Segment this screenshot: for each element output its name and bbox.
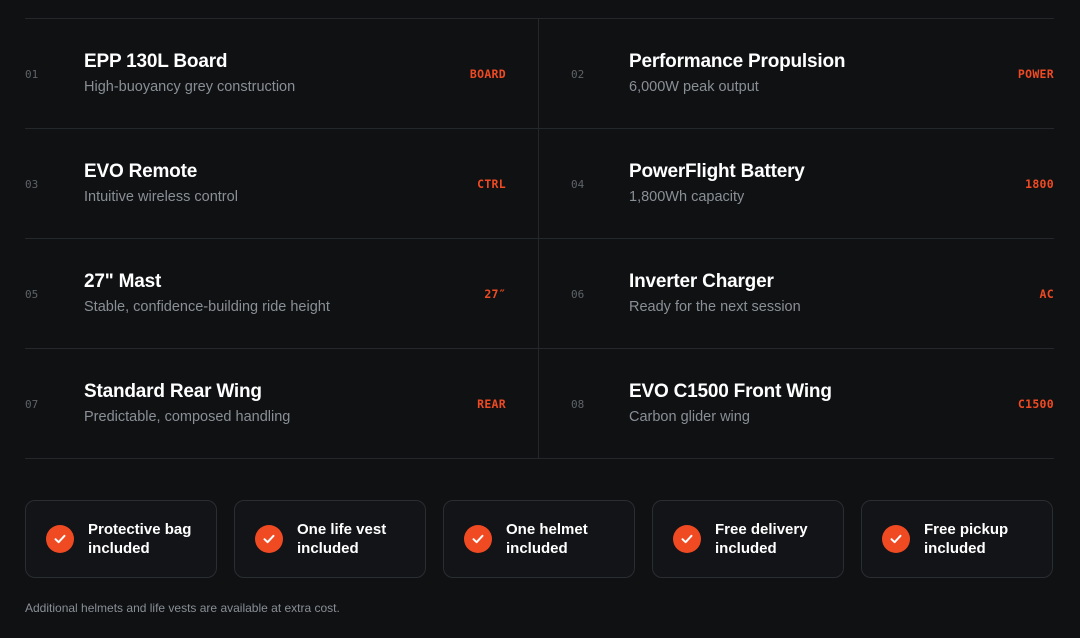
spec-text: Inverter Charger Ready for the next sess… bbox=[629, 271, 801, 316]
spec-tag: BOARD bbox=[469, 67, 506, 81]
spec-subtitle: Predictable, composed handling bbox=[84, 409, 291, 425]
spec-title: 27" Mast bbox=[84, 271, 162, 292]
feature-label: One life vest included bbox=[297, 520, 417, 558]
feature-label-line2: included bbox=[924, 540, 986, 557]
spec-subtitle: High-buoyancy grey construction bbox=[84, 79, 296, 95]
spec-number: 02 bbox=[571, 68, 585, 81]
feature-label: Protective bag included bbox=[88, 520, 208, 558]
check-circle-icon bbox=[673, 525, 701, 553]
spec-title: EPP 130L Board bbox=[84, 51, 228, 72]
spec-tag: POWER bbox=[1017, 67, 1054, 81]
feature-card-life-vest: One life vest included bbox=[234, 500, 426, 578]
spec-subtitle: Ready for the next session bbox=[629, 299, 801, 315]
spec-row: 08 EVO C1500 Front Wing Carbon glider wi… bbox=[539, 349, 1054, 459]
feature-label-line1: Free delivery bbox=[715, 521, 808, 538]
feature-label: Free pickup included bbox=[924, 520, 1044, 558]
spec-row: 04 PowerFlight Battery 1,800Wh capacity … bbox=[539, 129, 1054, 239]
spec-tag: CTRL bbox=[477, 177, 506, 191]
feature-card-helmet: One helmet included bbox=[443, 500, 635, 578]
check-circle-icon bbox=[46, 525, 74, 553]
spec-text: EPP 130L Board High-buoyancy grey constr… bbox=[84, 51, 295, 96]
spec-row: 02 Performance Propulsion 6,000W peak ou… bbox=[539, 19, 1054, 129]
spec-number: 03 bbox=[25, 178, 39, 191]
feature-label-line2: included bbox=[715, 540, 777, 557]
spec-text: EVO C1500 Front Wing Carbon glider wing bbox=[629, 381, 832, 426]
check-circle-icon bbox=[882, 525, 910, 553]
spec-subtitle: 6,000W peak output bbox=[629, 79, 759, 95]
spec-number: 07 bbox=[25, 398, 39, 411]
spec-title: Inverter Charger bbox=[629, 271, 774, 292]
spec-title: EVO C1500 Front Wing bbox=[629, 381, 832, 402]
spec-text: PowerFlight Battery 1,800Wh capacity bbox=[629, 161, 805, 206]
spec-number: 06 bbox=[571, 288, 585, 301]
spec-subtitle: Intuitive wireless control bbox=[84, 189, 238, 205]
feature-label-line1: Protective bag bbox=[88, 521, 192, 538]
spec-title: PowerFlight Battery bbox=[629, 161, 805, 182]
feature-card-free-delivery: Free delivery included bbox=[652, 500, 844, 578]
spec-number: 01 bbox=[25, 68, 39, 81]
check-circle-icon bbox=[464, 525, 492, 553]
spec-subtitle: 1,800Wh capacity bbox=[629, 189, 745, 205]
spec-title: Standard Rear Wing bbox=[84, 381, 262, 402]
spec-grid: 01 EPP 130L Board High-buoyancy grey con… bbox=[25, 18, 1054, 459]
spec-text: EVO Remote Intuitive wireless control bbox=[84, 161, 238, 206]
included-features: Protective bag included One life vest in… bbox=[25, 500, 1055, 580]
spec-row: 07 Standard Rear Wing Predictable, compo… bbox=[25, 349, 539, 459]
check-circle-icon bbox=[255, 525, 283, 553]
feature-label-line2: included bbox=[88, 540, 150, 557]
spec-text: Standard Rear Wing Predictable, composed… bbox=[84, 381, 290, 426]
spec-tag: AC bbox=[1039, 287, 1054, 301]
spec-number: 05 bbox=[25, 288, 39, 301]
spec-tag: 27″ bbox=[484, 287, 506, 301]
spec-subtitle: Carbon glider wing bbox=[629, 409, 750, 425]
spec-tag: C1500 bbox=[1017, 397, 1054, 411]
spec-title: Performance Propulsion bbox=[629, 51, 846, 72]
spec-number: 08 bbox=[571, 398, 585, 411]
feature-label: Free delivery included bbox=[715, 520, 835, 558]
feature-label-line2: included bbox=[297, 540, 359, 557]
feature-label-line2: included bbox=[506, 540, 568, 557]
feature-label: One helmet included bbox=[506, 520, 626, 558]
spec-number: 04 bbox=[571, 178, 585, 191]
feature-card-protective-bag: Protective bag included bbox=[25, 500, 217, 578]
spec-row: 06 Inverter Charger Ready for the next s… bbox=[539, 239, 1054, 349]
spec-tag: 1800 bbox=[1025, 177, 1054, 191]
spec-subtitle: Stable, confidence-building ride height bbox=[84, 299, 330, 315]
spec-title: EVO Remote bbox=[84, 161, 198, 182]
spec-row: 05 27" Mast Stable, confidence-building … bbox=[25, 239, 539, 349]
feature-label-line1: Free pickup bbox=[924, 521, 1009, 538]
spec-text: Performance Propulsion 6,000W peak outpu… bbox=[629, 51, 845, 96]
spec-text: 27" Mast Stable, confidence-building rid… bbox=[84, 271, 330, 316]
footnote: Additional helmets and life vests are av… bbox=[25, 601, 340, 615]
spec-tag: REAR bbox=[477, 397, 506, 411]
feature-label-line1: One life vest bbox=[297, 521, 387, 538]
page: 01 EPP 130L Board High-buoyancy grey con… bbox=[0, 0, 1080, 638]
feature-label-line1: One helmet bbox=[506, 521, 588, 538]
feature-card-free-pickup: Free pickup included bbox=[861, 500, 1053, 578]
spec-row: 03 EVO Remote Intuitive wireless control… bbox=[25, 129, 539, 239]
spec-row: 01 EPP 130L Board High-buoyancy grey con… bbox=[25, 19, 539, 129]
